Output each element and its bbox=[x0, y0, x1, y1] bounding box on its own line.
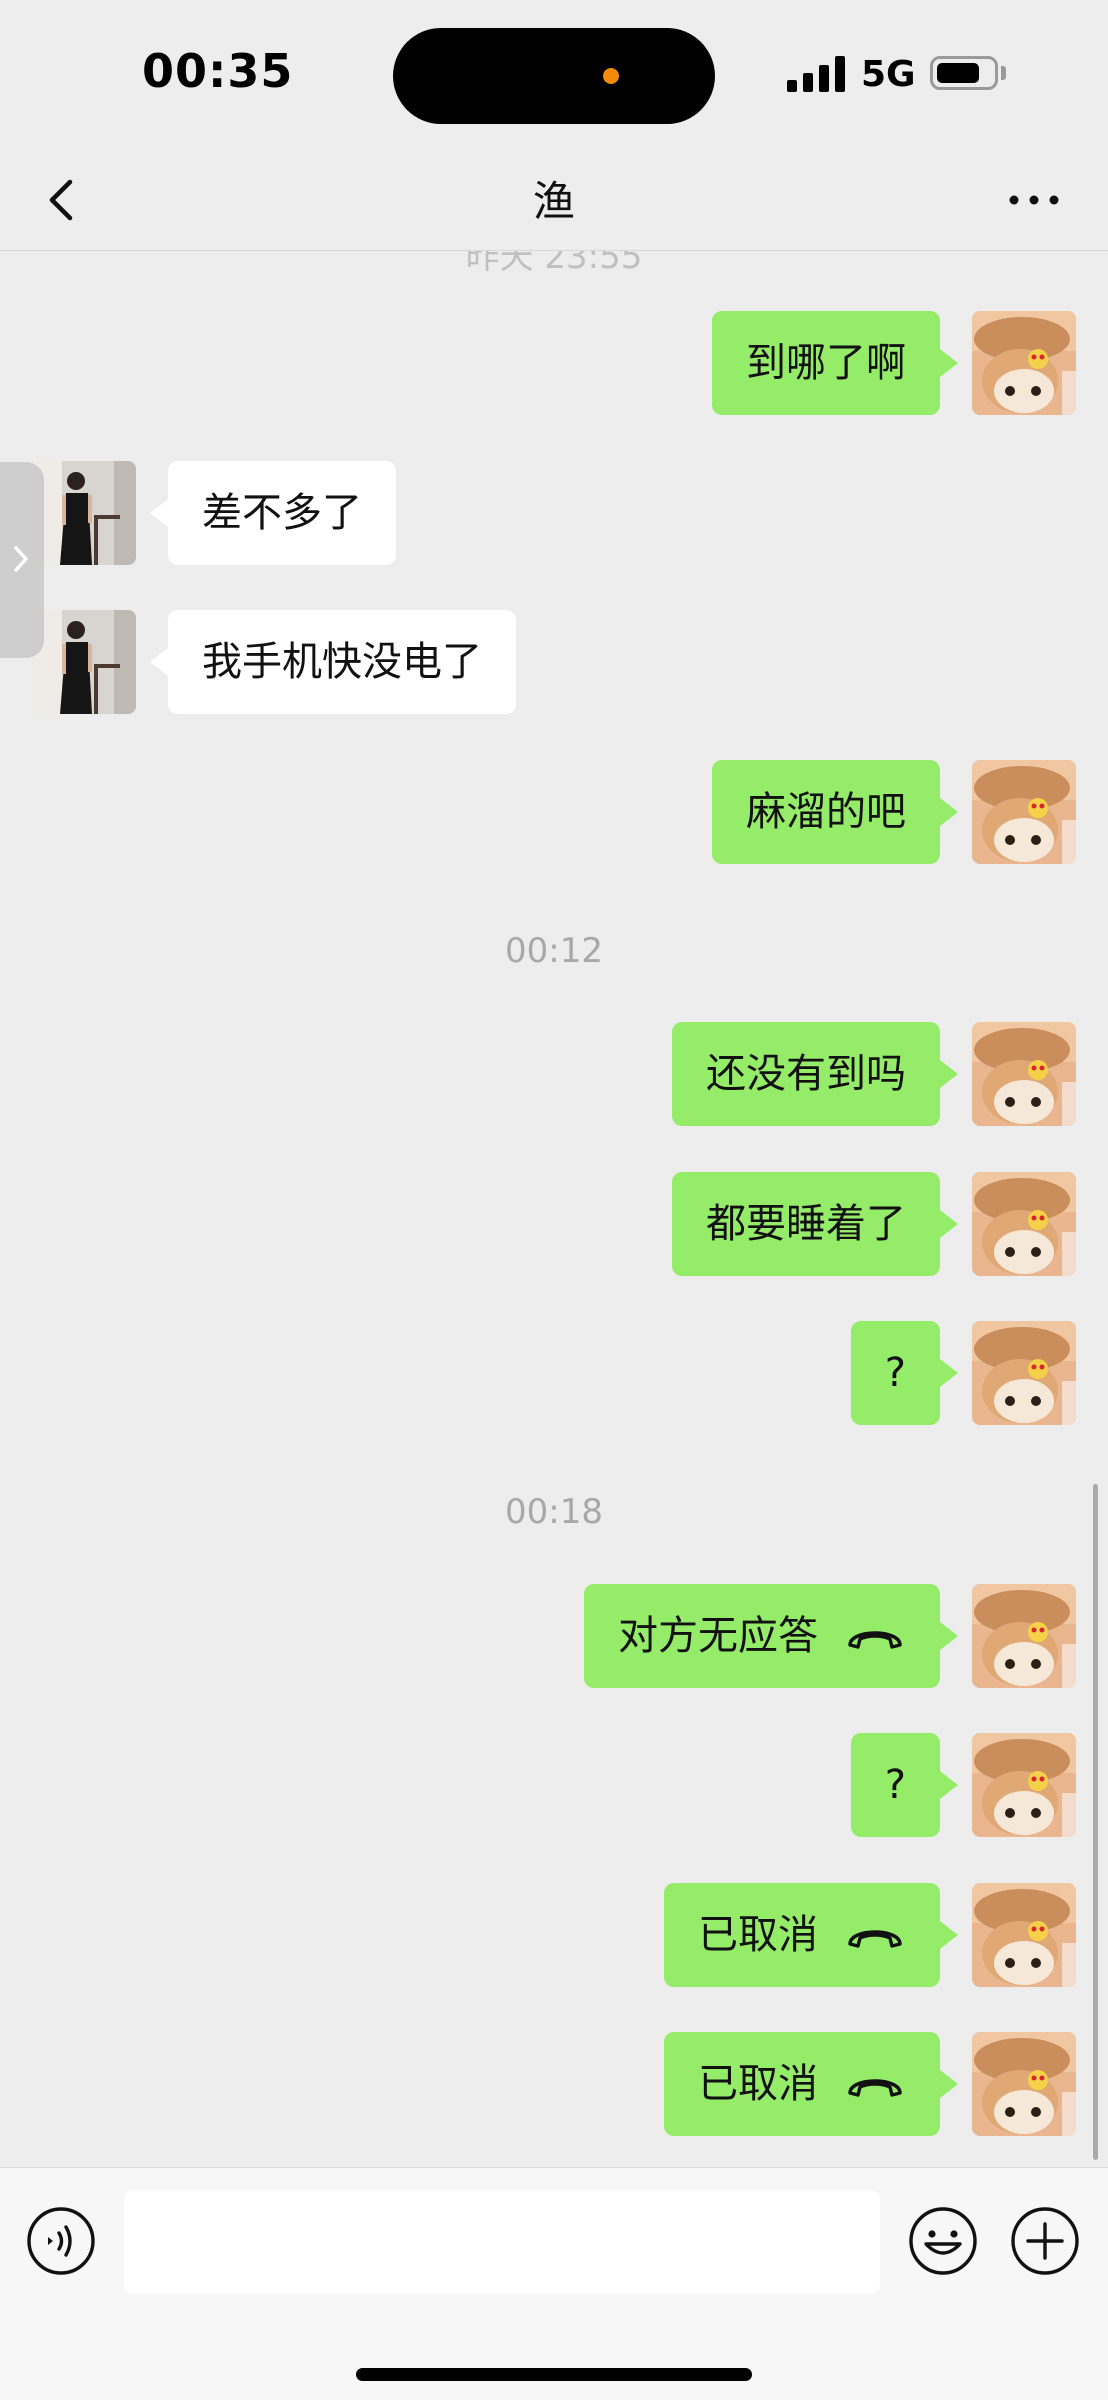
voice-icon[interactable] bbox=[26, 2206, 96, 2276]
call-record-bubble[interactable]: 已取消 bbox=[664, 1883, 958, 1987]
message-row: 都要睡着了 bbox=[0, 1172, 1108, 1276]
phone-hangup-icon bbox=[844, 1619, 906, 1653]
chat-header: 渔 bbox=[0, 150, 1108, 251]
message-row: 已取消 bbox=[0, 1883, 1108, 1987]
status-time: 00:35 bbox=[142, 44, 294, 98]
message-text: 还没有到吗 bbox=[706, 1051, 906, 1097]
more-icon[interactable] bbox=[1006, 172, 1062, 228]
chat-title: 渔 bbox=[532, 177, 575, 226]
my-avatar[interactable] bbox=[972, 760, 1076, 864]
timestamp: 00:12 bbox=[505, 931, 603, 971]
dynamic-island bbox=[393, 28, 715, 124]
chat-screen: 00:35 5G 渔 昨天 23:55 到哪了啊 差不多了 我手机快没电了 麻溜… bbox=[0, 0, 1108, 2400]
message-bubble-sent[interactable]: ? bbox=[850, 1733, 959, 1837]
home-indicator[interactable] bbox=[356, 2368, 752, 2381]
message-bubble-sent[interactable]: 还没有到吗 bbox=[672, 1022, 958, 1126]
input-bar bbox=[0, 2167, 1108, 2400]
message-text: 到哪了啊 bbox=[746, 340, 906, 386]
message-text: 都要睡着了 bbox=[706, 1201, 906, 1247]
message-row: ? bbox=[0, 1733, 1108, 1837]
my-avatar[interactable] bbox=[972, 1733, 1076, 1837]
message-text: 已取消 bbox=[698, 2061, 818, 2107]
status-bar: 00:35 5G bbox=[0, 0, 1108, 150]
my-avatar[interactable] bbox=[972, 2032, 1076, 2136]
message-text: 差不多了 bbox=[202, 490, 362, 536]
message-text: 已取消 bbox=[698, 1912, 818, 1958]
my-avatar[interactable] bbox=[972, 1172, 1076, 1276]
message-bubble-sent[interactable]: 到哪了啊 bbox=[712, 311, 958, 415]
signal-strength-icon bbox=[787, 56, 845, 92]
message-text: 我手机快没电了 bbox=[202, 639, 482, 685]
privacy-indicator-dot bbox=[603, 68, 619, 84]
network-type: 5G bbox=[861, 54, 916, 95]
scrollbar[interactable] bbox=[1093, 1484, 1098, 2160]
message-text: ? bbox=[884, 1762, 906, 1808]
message-row: 已取消 bbox=[0, 2032, 1108, 2136]
message-bubble-sent[interactable]: 麻溜的吧 bbox=[712, 760, 958, 864]
message-text: ? bbox=[884, 1350, 906, 1396]
timestamp: 昨天 23:55 bbox=[465, 251, 643, 277]
message-bubble-received[interactable]: 我手机快没电了 bbox=[150, 610, 516, 714]
battery-cap bbox=[1001, 66, 1006, 80]
timestamp: 00:18 bbox=[505, 1492, 603, 1532]
message-row: 对方无应答 bbox=[0, 1584, 1108, 1688]
contact-avatar[interactable] bbox=[32, 610, 136, 714]
floating-side-tab[interactable] bbox=[0, 462, 44, 658]
chevron-right-icon bbox=[14, 546, 28, 572]
my-avatar[interactable] bbox=[972, 1022, 1076, 1126]
message-row: 差不多了 bbox=[0, 461, 1108, 565]
call-record-bubble[interactable]: 已取消 bbox=[664, 2032, 958, 2136]
message-text: 麻溜的吧 bbox=[746, 789, 906, 835]
message-row: ? bbox=[0, 1321, 1108, 1425]
message-bubble-sent[interactable]: 都要睡着了 bbox=[672, 1172, 958, 1276]
message-row: 我手机快没电了 bbox=[0, 610, 1108, 714]
my-avatar[interactable] bbox=[972, 1321, 1076, 1425]
my-avatar[interactable] bbox=[972, 1883, 1076, 1987]
message-input[interactable] bbox=[124, 2190, 880, 2294]
my-avatar[interactable] bbox=[972, 311, 1076, 415]
phone-hangup-icon bbox=[844, 1918, 906, 1952]
message-text: 对方无应答 bbox=[618, 1613, 818, 1659]
message-row: 到哪了啊 bbox=[0, 311, 1108, 415]
message-row: 还没有到吗 bbox=[0, 1022, 1108, 1126]
message-bubble-sent[interactable]: ? bbox=[850, 1321, 959, 1425]
emoji-icon[interactable] bbox=[908, 2206, 978, 2276]
message-row: 麻溜的吧 bbox=[0, 760, 1108, 864]
phone-hangup-icon bbox=[844, 2067, 906, 2101]
call-record-bubble[interactable]: 对方无应答 bbox=[584, 1584, 958, 1688]
message-list[interactable]: 昨天 23:55 到哪了啊 差不多了 我手机快没电了 麻溜的吧 00:12 还没… bbox=[0, 251, 1108, 2167]
plus-icon[interactable] bbox=[1010, 2206, 1080, 2276]
battery-icon bbox=[930, 56, 998, 90]
contact-avatar[interactable] bbox=[32, 461, 136, 565]
message-bubble-received[interactable]: 差不多了 bbox=[150, 461, 396, 565]
my-avatar[interactable] bbox=[972, 1584, 1076, 1688]
